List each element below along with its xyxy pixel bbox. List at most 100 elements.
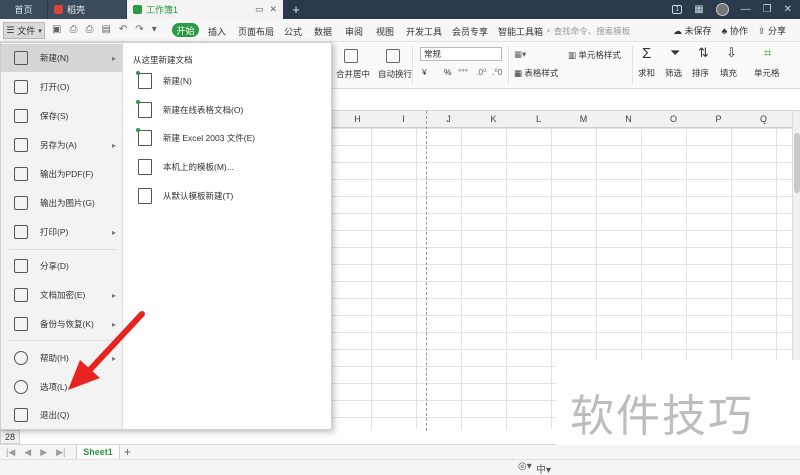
menu-item-exit[interactable]: 退出(Q) bbox=[1, 401, 123, 429]
menu-item-label: 输出为PDF(F) bbox=[40, 169, 94, 179]
submenu-item-new[interactable]: 新建(N) bbox=[136, 70, 328, 92]
number-format-select[interactable]: 常规 bbox=[420, 47, 502, 61]
menu-item-share[interactable]: 分享(D) bbox=[1, 252, 123, 280]
minimize-icon[interactable]: — bbox=[741, 4, 751, 15]
tab-workbook[interactable]: 工作簿1 ▭ ✕ bbox=[127, 0, 283, 19]
new-tab-button[interactable]: + bbox=[288, 0, 304, 19]
last-sheet-icon[interactable]: ▶| bbox=[56, 447, 65, 458]
sum-icon[interactable]: Σ bbox=[642, 45, 651, 62]
tab-smart-tools[interactable]: 智能工具箱 bbox=[498, 25, 543, 38]
menu-item-save-as[interactable]: 另存为(A) ▸ bbox=[1, 131, 123, 159]
close-tab-icon[interactable]: ✕ bbox=[269, 4, 277, 15]
increase-decimal-icon[interactable]: .0⁰ bbox=[476, 67, 487, 78]
menu-item-new[interactable]: 新建(N) ▸ bbox=[1, 44, 123, 72]
sort-icon[interactable]: ⇅ bbox=[698, 45, 709, 61]
wrap-text-button[interactable]: 自动换行 bbox=[378, 68, 412, 80]
monitor-icon[interactable]: ▭ bbox=[255, 4, 264, 15]
tab-home-label: 首页 bbox=[14, 5, 33, 15]
cell-style-button[interactable]: ▥ 单元格样式 bbox=[568, 49, 621, 61]
close-window-icon[interactable]: ✕ bbox=[784, 4, 792, 15]
merge-center-button[interactable]: 合并居中 bbox=[336, 68, 370, 80]
column-header[interactable]: P bbox=[696, 114, 741, 124]
menu-item-export-image[interactable]: 输出为图片(G) bbox=[1, 189, 123, 217]
currency-button[interactable]: ¥ bbox=[422, 67, 427, 77]
print-icon[interactable]: ⎙ bbox=[85, 24, 93, 35]
merge-center-icon[interactable] bbox=[344, 49, 358, 63]
tab-review[interactable]: 审阅 bbox=[345, 25, 363, 38]
avatar[interactable] bbox=[715, 3, 729, 16]
command-search[interactable]: ⌕ 查找命令、搜索模板 bbox=[546, 23, 642, 38]
cell-icon[interactable]: ⌗ bbox=[764, 45, 771, 61]
add-sheet-button[interactable]: + bbox=[124, 445, 131, 459]
column-header[interactable]: Q bbox=[741, 114, 786, 124]
menu-item-save[interactable]: 保存(S) bbox=[1, 102, 123, 130]
cell-button[interactable]: 单元格 bbox=[754, 67, 780, 79]
menu-item-label: 分享(D) bbox=[40, 261, 69, 271]
menu-item-label: 退出(Q) bbox=[40, 410, 70, 420]
filter-icon[interactable]: ⏷ bbox=[670, 45, 680, 61]
fill-button[interactable]: 填充 bbox=[720, 67, 737, 79]
submenu-item-new-online[interactable]: 新建在线表格文档(O) bbox=[136, 99, 328, 121]
submenu-item-local-template[interactable]: 本机上的模板(M)... bbox=[138, 156, 328, 178]
thousands-icon[interactable]: °°° bbox=[458, 67, 468, 77]
file-menu-button[interactable]: ☰ 文件 ▾ bbox=[3, 22, 45, 39]
menu-item-export-pdf[interactable]: 输出为PDF(F) bbox=[1, 160, 123, 188]
unsaved-button[interactable]: ☁ 未保存 bbox=[673, 24, 712, 37]
print-preview-icon[interactable]: ⎙ bbox=[69, 24, 77, 35]
submenu-item-new-excel-2003[interactable]: 新建 Excel 2003 文件(E) bbox=[136, 127, 328, 149]
export-icon[interactable]: ▤ bbox=[101, 24, 110, 35]
undo-icon[interactable]: ↶ bbox=[119, 24, 127, 35]
restore-icon[interactable]: ❐ bbox=[763, 4, 772, 15]
customize-icon[interactable]: ▾ bbox=[152, 24, 157, 35]
tab-developer[interactable]: 开发工具 bbox=[406, 25, 442, 38]
column-header[interactable]: L bbox=[516, 114, 561, 124]
next-sheet-icon[interactable]: ▶ bbox=[40, 447, 47, 458]
conditional-format-icon[interactable]: ▦▾ bbox=[514, 49, 526, 60]
collab-button[interactable]: ♣ 协作 bbox=[722, 24, 748, 37]
tab-data[interactable]: 数据 bbox=[314, 25, 332, 38]
input-method-icon[interactable]: 中▾ bbox=[536, 461, 551, 475]
filter-button[interactable]: 筛选 bbox=[665, 67, 682, 79]
menu-item-encrypt[interactable]: 文档加密(E) ▸ bbox=[1, 281, 123, 309]
fill-icon[interactable]: ⇩ bbox=[726, 45, 737, 61]
scrollbar-thumb[interactable] bbox=[794, 133, 800, 193]
page-count-icon[interactable]: 1 bbox=[672, 5, 683, 14]
redo-icon[interactable]: ↷ bbox=[135, 24, 143, 35]
sort-button[interactable]: 排序 bbox=[692, 67, 709, 79]
wrap-text-icon[interactable] bbox=[386, 49, 400, 63]
skin-icon[interactable]: ▦ bbox=[694, 4, 703, 15]
column-header[interactable]: H bbox=[335, 114, 380, 124]
tab-member[interactable]: 会员专享 bbox=[452, 25, 488, 38]
column-header[interactable]: N bbox=[606, 114, 651, 124]
menu-item-open[interactable]: 打开(O) bbox=[1, 73, 123, 101]
column-header[interactable]: I bbox=[381, 114, 426, 124]
chevron-right-icon: ▸ bbox=[111, 53, 116, 63]
percent-button[interactable]: % bbox=[444, 67, 452, 77]
column-header[interactable]: J bbox=[426, 114, 471, 124]
first-sheet-icon[interactable]: |◀ bbox=[6, 447, 15, 458]
row-header[interactable]: 28 bbox=[0, 430, 20, 444]
prev-sheet-icon[interactable]: ◀ bbox=[24, 447, 31, 458]
eye-protection-icon[interactable]: ◎▾ bbox=[518, 461, 532, 472]
submenu-item-default-template[interactable]: 从默认模板新建(T) bbox=[138, 185, 328, 207]
column-header[interactable]: K bbox=[471, 114, 516, 124]
tab-insert[interactable]: 插入 bbox=[208, 25, 226, 38]
save-icon[interactable]: ▣ bbox=[52, 24, 61, 35]
image-icon bbox=[14, 196, 28, 210]
tab-daoke[interactable]: 稻壳 bbox=[48, 0, 126, 19]
tab-home[interactable]: 首页 bbox=[0, 0, 47, 19]
tab-view[interactable]: 视图 bbox=[376, 25, 394, 38]
file-menu-label: 文件 bbox=[17, 26, 36, 36]
tab-page-layout[interactable]: 页面布局 bbox=[238, 25, 274, 38]
column-header[interactable]: O bbox=[651, 114, 696, 124]
column-header[interactable]: M bbox=[561, 114, 606, 124]
share-button[interactable]: ⇪ 分享 bbox=[758, 24, 786, 37]
search-icon: ⌕ bbox=[546, 25, 551, 35]
tab-formula[interactable]: 公式 bbox=[284, 25, 302, 38]
decrease-decimal-icon[interactable]: .⁰0 bbox=[492, 67, 503, 78]
menu-item-print[interactable]: 打印(P) ▸ bbox=[1, 218, 123, 246]
sum-button[interactable]: 求和 bbox=[638, 67, 655, 79]
table-style-button[interactable]: ▦ 表格样式 bbox=[514, 67, 558, 79]
tab-start[interactable]: 开始 bbox=[172, 23, 199, 37]
sheet-tab[interactable]: Sheet1 bbox=[76, 445, 120, 460]
